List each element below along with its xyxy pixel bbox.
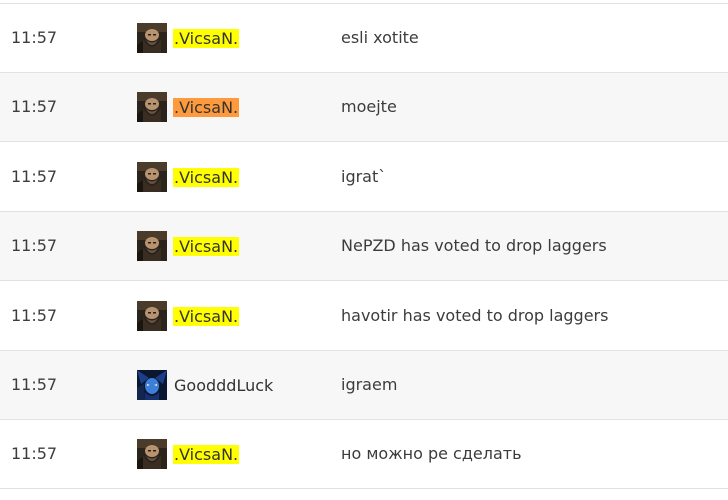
- message-time: 11:57: [11, 444, 58, 463]
- player[interactable]: .VicsaN.: [137, 231, 240, 261]
- chat-log: 11:57 .VicsaN. esli xotite 11:57 .VicsaN…: [0, 0, 728, 500]
- chat-row: 11:57 .VicsaN. esli xotite: [0, 4, 728, 73]
- message-text: igrat`: [341, 167, 387, 186]
- player-name[interactable]: .VicsaN.: [173, 236, 240, 256]
- chat-row: 11:57 GoodddLuck igraem: [0, 351, 728, 420]
- player-name[interactable]: GoodddLuck: [173, 376, 274, 395]
- bearded-warrior-avatar-icon: [137, 162, 167, 192]
- bearded-warrior-avatar-icon: [137, 231, 167, 261]
- message-text: esli xotite: [341, 28, 419, 47]
- message-text: NePZD has voted to drop laggers: [341, 236, 607, 255]
- player-name[interactable]: .VicsaN.: [173, 97, 240, 117]
- message-time: 11:57: [11, 97, 58, 116]
- chat-row: 11:57 .VicsaN. но можно ре сделать: [0, 420, 728, 489]
- chat-row: 11:57 .VicsaN. havotir has voted to drop…: [0, 282, 728, 351]
- player-name[interactable]: .VicsaN.: [173, 167, 240, 187]
- chat-row: 11:57 .VicsaN. NePZD has voted to drop l…: [0, 212, 728, 281]
- message-text: havotir has voted to drop laggers: [341, 306, 609, 325]
- player[interactable]: GoodddLuck: [137, 370, 274, 400]
- player-name[interactable]: .VicsaN.: [173, 444, 240, 464]
- bearded-warrior-avatar-icon: [137, 439, 167, 469]
- player-name[interactable]: .VicsaN.: [173, 28, 240, 48]
- message-text: но можно ре сделать: [341, 444, 522, 463]
- message-time: 11:57: [11, 167, 58, 186]
- message-time: 11:57: [11, 28, 58, 47]
- blue-night-elf-avatar-icon: [137, 370, 167, 400]
- bearded-warrior-avatar-icon: [137, 92, 167, 122]
- player[interactable]: .VicsaN.: [137, 23, 240, 53]
- message-text: moejte: [341, 97, 397, 116]
- player[interactable]: .VicsaN.: [137, 439, 240, 469]
- message-time: 11:57: [11, 375, 58, 394]
- message-text: igraem: [341, 375, 398, 394]
- chat-row: 11:57 .VicsaN. moejte: [0, 73, 728, 142]
- bearded-warrior-avatar-icon: [137, 301, 167, 331]
- bearded-warrior-avatar-icon: [137, 23, 167, 53]
- message-time: 11:57: [11, 236, 58, 255]
- player-name[interactable]: .VicsaN.: [173, 306, 240, 326]
- player[interactable]: .VicsaN.: [137, 92, 240, 122]
- player[interactable]: .VicsaN.: [137, 162, 240, 192]
- player[interactable]: .VicsaN.: [137, 301, 240, 331]
- chat-row: 11:57 .VicsaN. igrat`: [0, 143, 728, 212]
- message-time: 11:57: [11, 306, 58, 325]
